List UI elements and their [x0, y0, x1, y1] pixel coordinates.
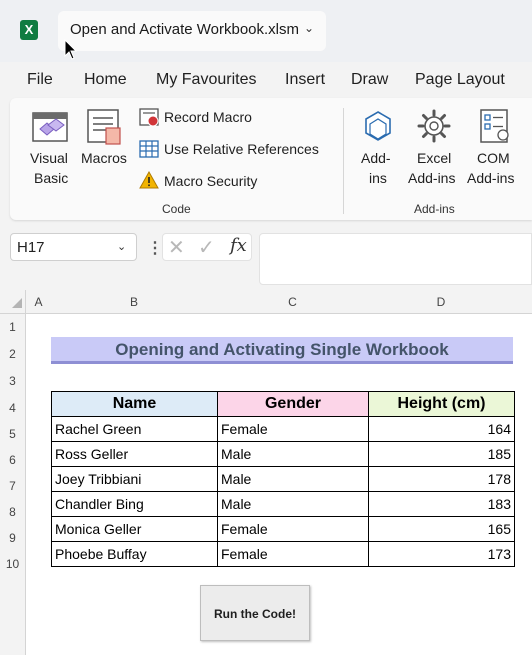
column-header-d[interactable]: D — [368, 290, 514, 314]
workbook-title[interactable]: Open and Activate Workbook.xlsm — [70, 21, 299, 38]
add-ins-group-label: Add-ins — [414, 202, 455, 216]
table-row: Monica Geller Female 165 — [51, 516, 515, 542]
record-macro-label[interactable]: Record Macro — [164, 109, 252, 125]
menu-draw[interactable]: Draw — [351, 71, 388, 89]
relative-references-label[interactable]: Use Relative References — [164, 141, 319, 157]
more-options-icon[interactable]: ⋮ — [147, 238, 163, 258]
select-all-triangle-icon — [12, 298, 22, 308]
cancel-icon[interactable]: ✕ — [168, 235, 185, 260]
table-header-row: Name Gender Height (cm) — [51, 391, 515, 417]
cell-name[interactable]: Monica Geller — [51, 516, 218, 542]
macro-security-label[interactable]: Macro Security — [164, 173, 257, 189]
macros-label[interactable]: Macros — [81, 150, 127, 166]
row-header[interactable]: 1 — [0, 314, 26, 341]
relative-references-icon[interactable] — [139, 140, 159, 158]
add-ins-label-2[interactable]: ins — [369, 170, 387, 186]
run-the-code-button[interactable]: Run the Code! — [200, 585, 310, 641]
menu-file[interactable]: File — [27, 71, 53, 89]
cell-name[interactable]: Chandler Bing — [51, 491, 218, 517]
cell-height[interactable]: 178 — [368, 466, 515, 492]
cell-height[interactable]: 173 — [368, 541, 515, 567]
chevron-down-icon[interactable]: ⌄ — [117, 240, 126, 253]
visual-basic-label-2[interactable]: Basic — [34, 170, 68, 186]
cell-gender[interactable]: Male — [217, 466, 369, 492]
column-header-c[interactable]: C — [217, 290, 368, 314]
com-add-ins-label-1[interactable]: COM — [477, 150, 510, 166]
formula-input[interactable] — [259, 233, 532, 285]
cell-gender[interactable]: Male — [217, 441, 369, 467]
excel-logo-icon: X — [20, 20, 38, 40]
row-header[interactable]: 5 — [0, 421, 26, 447]
row-header[interactable]: 7 — [0, 473, 26, 499]
cell-name[interactable]: Rachel Green — [51, 416, 218, 442]
table-row: Ross Geller Male 185 — [51, 441, 515, 467]
cell-gender[interactable]: Female — [217, 541, 369, 567]
row-header[interactable]: 4 — [0, 395, 26, 421]
row-header-blank[interactable] — [0, 577, 26, 655]
column-header-a[interactable]: A — [26, 290, 51, 314]
cell-gender[interactable]: Male — [217, 491, 369, 517]
row-header[interactable]: 9 — [0, 525, 26, 551]
menu-home[interactable]: Home — [84, 71, 127, 89]
check-icon[interactable]: ✓ — [198, 235, 215, 260]
header-gender[interactable]: Gender — [217, 391, 369, 417]
data-table[interactable]: Name Gender Height (cm) Rachel Green Fem… — [51, 391, 515, 567]
chevron-down-icon[interactable]: ⌄ — [304, 21, 314, 35]
com-add-ins-label-2[interactable]: Add-ins — [467, 170, 514, 186]
mouse-pointer-icon — [64, 39, 78, 60]
cell-height[interactable]: 165 — [368, 516, 515, 542]
table-title[interactable]: Opening and Activating Single Workbook — [51, 337, 513, 364]
code-group-label: Code — [162, 202, 191, 216]
table-row: Chandler Bing Male 183 — [51, 491, 515, 517]
gear-icon[interactable] — [415, 107, 453, 145]
cell-height[interactable]: 164 — [368, 416, 515, 442]
visual-basic-icon[interactable] — [30, 107, 70, 145]
row-header[interactable]: 6 — [0, 447, 26, 473]
name-box-value[interactable]: H17 — [17, 239, 45, 256]
com-add-ins-icon[interactable] — [476, 107, 514, 145]
table-row: Rachel Green Female 164 — [51, 416, 515, 442]
cell-name[interactable]: Phoebe Buffay — [51, 541, 218, 567]
insert-function-icon[interactable]: fx — [230, 235, 247, 256]
column-header-e[interactable] — [514, 290, 532, 314]
warning-icon[interactable] — [139, 171, 159, 189]
cell-height[interactable]: 185 — [368, 441, 515, 467]
add-ins-icon[interactable] — [359, 108, 397, 146]
row-header[interactable]: 8 — [0, 499, 26, 525]
header-name[interactable]: Name — [51, 391, 218, 417]
add-ins-label-1[interactable]: Add- — [361, 150, 391, 166]
row-header[interactable]: 3 — [0, 368, 26, 395]
record-macro-icon[interactable] — [139, 108, 161, 128]
cell-gender[interactable]: Female — [217, 516, 369, 542]
header-height[interactable]: Height (cm) — [368, 391, 515, 417]
excel-add-ins-label-1[interactable]: Excel — [417, 150, 451, 166]
table-row: Phoebe Buffay Female 173 — [51, 541, 515, 567]
column-header-b[interactable]: B — [51, 290, 217, 314]
visual-basic-label-1[interactable]: Visual — [30, 150, 68, 166]
cell-height[interactable]: 183 — [368, 491, 515, 517]
cell-name[interactable]: Joey Tribbiani — [51, 466, 218, 492]
cell-name[interactable]: Ross Geller — [51, 441, 218, 467]
table-row: Joey Tribbiani Male 178 — [51, 466, 515, 492]
ribbon-group-separator — [343, 108, 344, 214]
menu-my-favourites[interactable]: My Favourites — [156, 71, 256, 89]
excel-add-ins-label-2[interactable]: Add-ins — [408, 170, 455, 186]
macros-icon[interactable] — [86, 108, 126, 146]
row-header[interactable]: 2 — [0, 341, 26, 368]
menu-page-layout[interactable]: Page Layout — [415, 71, 505, 89]
menu-insert[interactable]: Insert — [285, 71, 325, 89]
cell-gender[interactable]: Female — [217, 416, 369, 442]
row-header[interactable]: 10 — [0, 551, 26, 577]
